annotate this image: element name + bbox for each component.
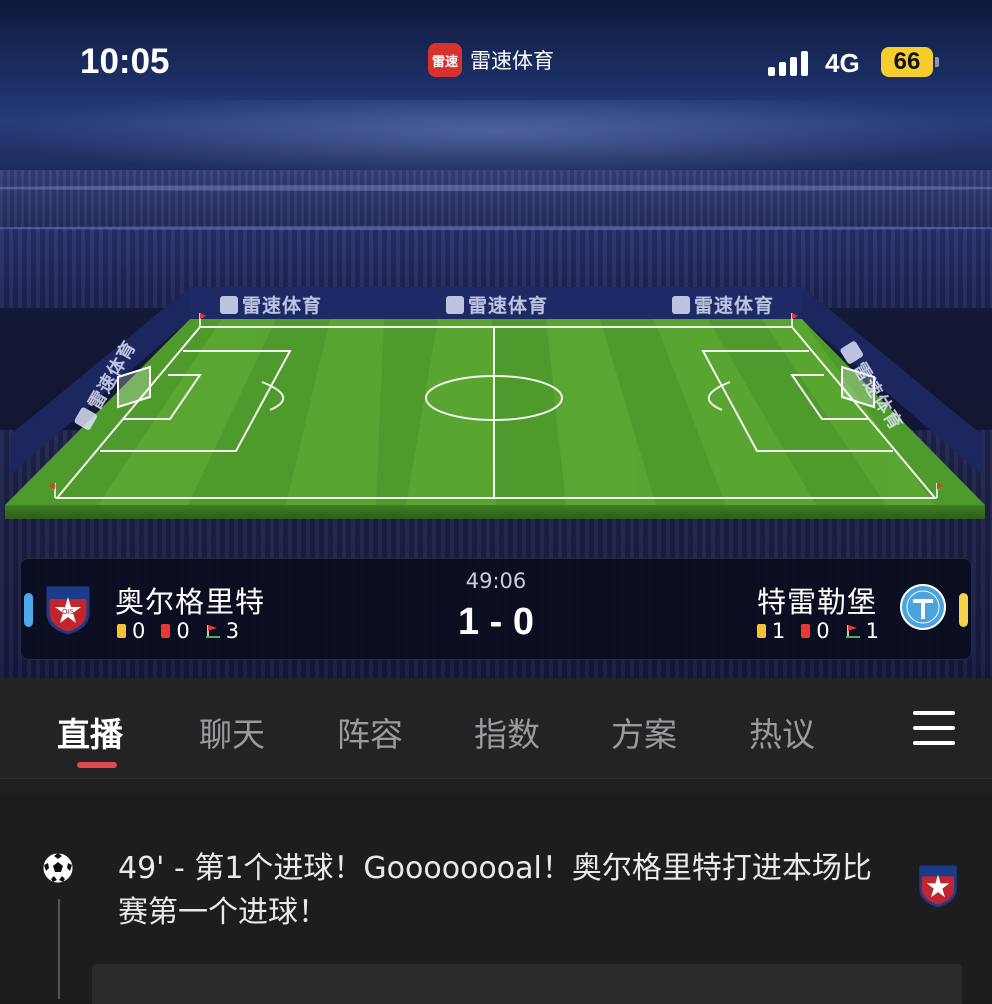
tab-plans[interactable]: 方案 — [611, 708, 677, 756]
tab-odds[interactable]: 指数 — [474, 708, 540, 756]
status-bar: 10:05 雷速 雷速体育 4G 66 — [0, 0, 992, 120]
away-red-count: 0 — [816, 619, 830, 643]
upper-stand — [0, 170, 992, 230]
tab-live[interactable]: 直播 — [57, 708, 123, 756]
away-yellow-count: 1 — [771, 619, 786, 643]
score-panel: ÖIS 奥尔格里特 0 0 3 49:06 1 - 0 特雷勒堡 1 0 1 — [20, 558, 972, 660]
ad-board-logo: 雷速体育 — [672, 291, 774, 318]
away-team-name[interactable]: 特雷勒堡 — [757, 579, 877, 621]
network-type: 4G — [825, 48, 860, 78]
live-feed: 49' - 第1个进球！Goooooooal！奥尔格里特打进本场比赛第一个进球！ — [0, 779, 992, 1004]
match-tabs: 直播 聊天 阵容 指数 方案 热议 — [0, 678, 992, 779]
active-tab-indicator — [77, 762, 117, 768]
corner-flag-icon — [845, 625, 860, 638]
away-crest-icon[interactable] — [899, 583, 947, 631]
tab-chat[interactable]: 聊天 — [199, 708, 265, 756]
timeline-line — [58, 899, 60, 999]
event-text: 49' - 第1个进球！Goooooooal！奥尔格里特打进本场比赛第一个进球！ — [118, 851, 872, 930]
football-pitch — [5, 287, 985, 519]
home-crest-icon — [919, 865, 957, 908]
stand-ring — [0, 185, 992, 191]
away-card-stats: 1 0 1 — [756, 619, 879, 643]
app-name: 雷速体育 — [470, 49, 554, 73]
brand-mark-icon — [220, 295, 238, 314]
ad-board-logo: 雷速体育 — [220, 291, 322, 318]
brand-mark-icon — [672, 295, 690, 314]
hamburger-menu-icon[interactable] — [913, 711, 955, 745]
yellow-card-icon — [756, 624, 766, 638]
brand-mark-icon — [446, 295, 464, 314]
battery-icon: 66 — [881, 46, 939, 78]
app-icon: 雷速 — [428, 43, 462, 77]
stadium-hero: 雷速体育 雷速体育 雷速体育 雷速体育 雷速体育 10:05 雷速 雷速体育 4… — [0, 0, 992, 678]
clock: 10:05 — [80, 42, 170, 81]
battery-level: 66 — [881, 47, 933, 77]
stand-ring — [0, 226, 992, 230]
event-detail-card — [92, 964, 962, 1004]
soccer-ball-icon — [42, 852, 74, 884]
away-corner-count: 1 — [865, 619, 879, 643]
away-color-bar — [959, 593, 968, 627]
ad-board-logo: 雷速体育 — [446, 291, 548, 318]
feed-divider — [0, 779, 992, 793]
tab-discussion[interactable]: 热议 — [749, 708, 815, 756]
red-card-icon — [801, 624, 811, 638]
app-badge[interactable]: 雷速 雷速体育 — [428, 43, 554, 77]
pitch-area: 雷速体育 雷速体育 雷速体育 — [0, 285, 992, 525]
tab-lineup[interactable]: 阵容 — [337, 708, 403, 756]
signal-icon — [768, 50, 808, 76]
